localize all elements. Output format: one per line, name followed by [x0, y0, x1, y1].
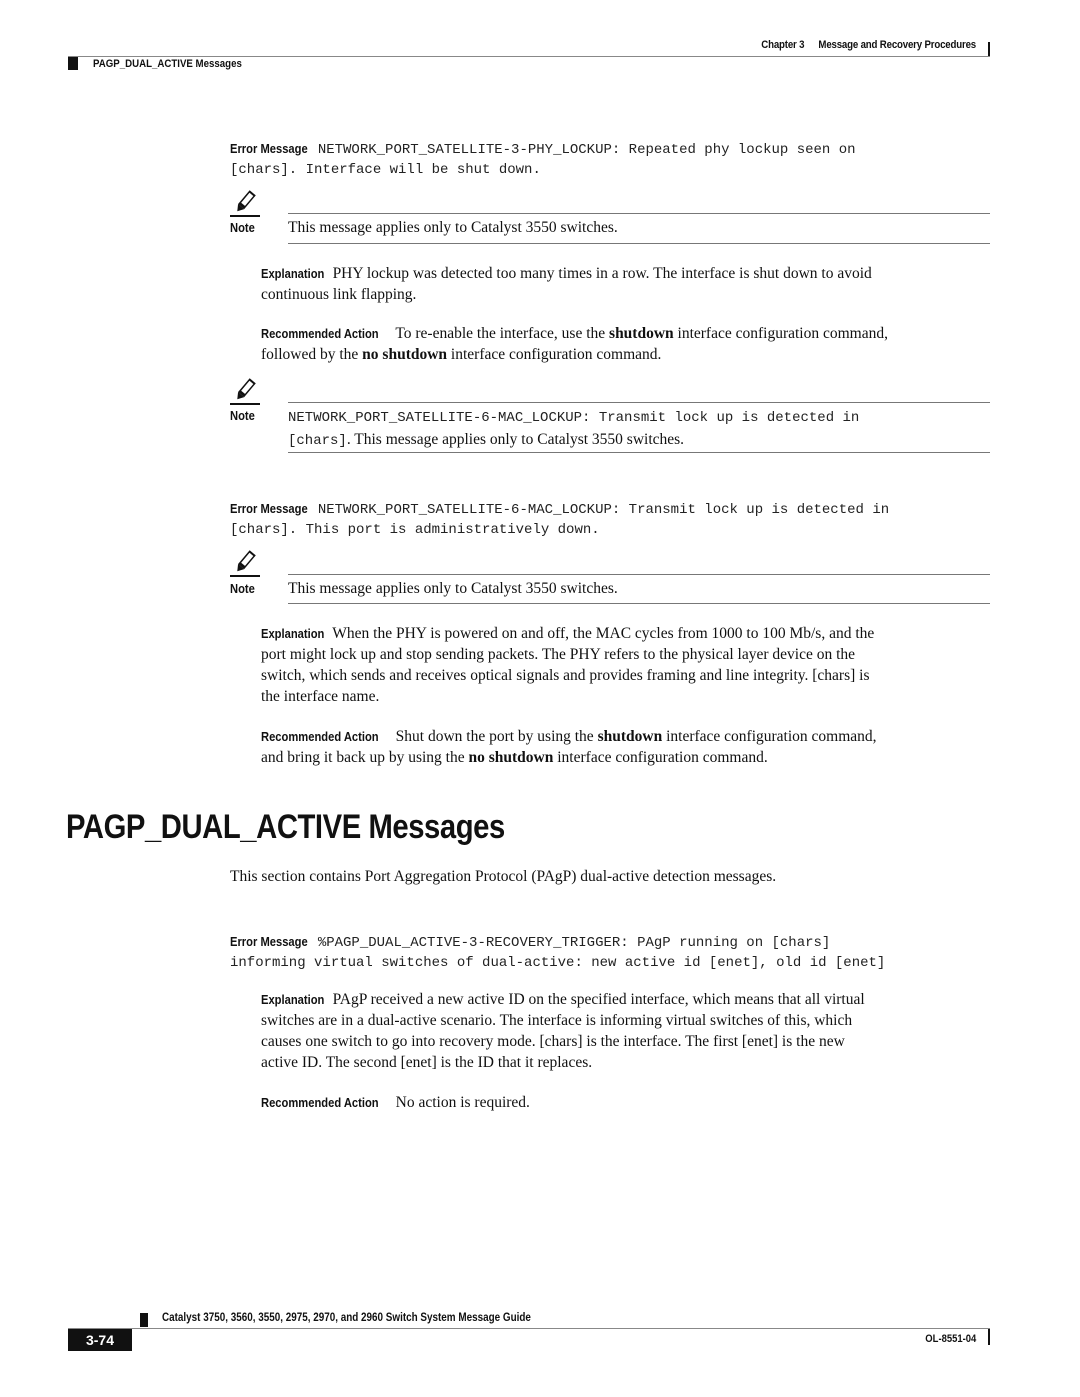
footer-square-mark	[140, 1313, 148, 1327]
explanation-text: causes one switch to go into recovery mo…	[261, 1033, 845, 1050]
note-label: Note	[230, 220, 255, 235]
pencil-note-icon	[230, 550, 260, 577]
section-intro: This section contains Port Aggregation P…	[230, 868, 777, 885]
error-code: NETWORK_PORT_SATELLITE-6-MAC_LOCKUP: Tra…	[317, 502, 890, 518]
explanation-label: Explanation	[261, 626, 325, 641]
action-text: interface configuration command.	[553, 749, 768, 766]
explanation-text: switches are in a dual-active scenario. …	[261, 1012, 853, 1029]
explanation-text: PHY lockup was detected too many times i…	[332, 265, 872, 282]
note-label: Note	[230, 408, 255, 423]
recommended-action-label: Recommended Action	[261, 326, 379, 341]
action-text: To re-enable the interface, use the	[395, 325, 610, 342]
note-code: NETWORK_PORT_SATELLITE-6-MAC_LOCKUP: Tra…	[288, 410, 860, 426]
error-text: informing virtual switches of dual-activ…	[230, 955, 886, 971]
note-rule-bottom	[288, 452, 990, 453]
explanation-text: port might lock up and stop sending pack…	[261, 646, 856, 663]
explanation-3: Explanation PAgP received a new active I…	[261, 989, 991, 1073]
footer-rule	[68, 1328, 990, 1329]
document-id: OL-8551-04	[924, 1333, 976, 1345]
action-text: interface configuration command.	[447, 346, 662, 363]
pencil-note-icon	[230, 190, 260, 217]
note-rule-top	[288, 213, 990, 214]
running-header-section: PAGP_DUAL_ACTIVE Messages	[93, 58, 242, 70]
command-no-shutdown: no shutdown	[362, 346, 448, 363]
page-number: 3-74	[68, 1329, 132, 1351]
note-rule-bottom	[288, 603, 990, 604]
note-chars: [chars]	[288, 433, 347, 449]
explanation-text: PAgP received a new active ID on the spe…	[332, 991, 865, 1008]
error-code: %PAGP_DUAL_ACTIVE-3-RECOVERY_TRIGGER: PA…	[317, 935, 831, 951]
action-text: interface configuration command,	[662, 728, 877, 745]
section-title: PAGP_DUAL_ACTIVE Messages	[66, 808, 505, 846]
explanation-text: When the PHY is powered on and off, the …	[332, 625, 875, 642]
recommended-action-label: Recommended Action	[261, 1095, 379, 1110]
chapter-number: Chapter 3	[761, 39, 805, 51]
note-label: Note	[230, 581, 255, 596]
header-bar-mark	[988, 42, 990, 56]
error-text: [chars]. This port is administratively d…	[230, 522, 600, 538]
error-message-label: Error Message	[230, 934, 308, 949]
action-text: followed by the	[261, 346, 363, 363]
error-text: [chars]. Interface will be shut down.	[230, 162, 541, 178]
explanation-label: Explanation	[261, 992, 325, 1007]
recommended-action-3: Recommended Action No action is required…	[261, 1092, 991, 1113]
action-text: interface configuration command,	[673, 325, 888, 342]
chapter-title: Message and Recovery Procedures	[818, 39, 976, 51]
error-message-2: Error Message NETWORK_PORT_SATELLITE-6-M…	[230, 499, 990, 540]
command-shutdown: shutdown	[609, 325, 674, 342]
note-text: . This message applies only to Catalyst …	[346, 431, 685, 448]
running-header-chapter: Chapter 3 Message and Recovery Procedures	[761, 39, 976, 51]
explanation-label: Explanation	[261, 266, 325, 281]
explanation-text: the interface name.	[261, 688, 380, 705]
pencil-note-icon	[230, 378, 260, 405]
note-rule-bottom	[288, 243, 990, 244]
footer-bar-mark	[988, 1329, 990, 1345]
header-rule	[68, 56, 990, 57]
note-text: This message applies only to Catalyst 35…	[288, 219, 618, 236]
error-message-label: Error Message	[230, 501, 308, 516]
error-message-1: Error Message NETWORK_PORT_SATELLITE-3-P…	[230, 139, 990, 180]
explanation-text: continuous link flapping.	[261, 286, 417, 303]
explanation-2: Explanation When the PHY is powered on a…	[261, 623, 991, 707]
command-no-shutdown: no shutdown	[468, 749, 554, 766]
recommended-action-1: Recommended Action To re-enable the inte…	[261, 323, 991, 365]
command-shutdown: shutdown	[597, 728, 663, 745]
explanation-1: Explanation PHY lockup was detected too …	[261, 263, 991, 305]
note-rule-top	[288, 574, 990, 575]
recommended-action-2: Recommended Action Shut down the port by…	[261, 726, 991, 768]
action-text: No action is required.	[395, 1094, 530, 1111]
explanation-text: switch, which sends and receives optical…	[261, 667, 870, 684]
action-text: Shut down the port by using the	[395, 728, 598, 745]
recommended-action-label: Recommended Action	[261, 729, 379, 744]
note-text: This message applies only to Catalyst 35…	[288, 580, 618, 597]
error-code: NETWORK_PORT_SATELLITE-3-PHY_LOCKUP: Rep…	[317, 142, 856, 158]
error-message-label: Error Message	[230, 141, 308, 156]
note-text-2: NETWORK_PORT_SATELLITE-6-MAC_LOCKUP: Tra…	[288, 406, 988, 452]
note-rule-top	[288, 402, 990, 403]
header-square-mark	[68, 57, 78, 70]
error-message-3: Error Message %PAGP_DUAL_ACTIVE-3-RECOVE…	[230, 932, 990, 973]
explanation-text: active ID. The second [enet] is the ID t…	[261, 1054, 593, 1071]
footer-guide-title: Catalyst 3750, 3560, 3550, 2975, 2970, a…	[162, 1312, 531, 1324]
action-text: and bring it back up by using the	[261, 749, 469, 766]
